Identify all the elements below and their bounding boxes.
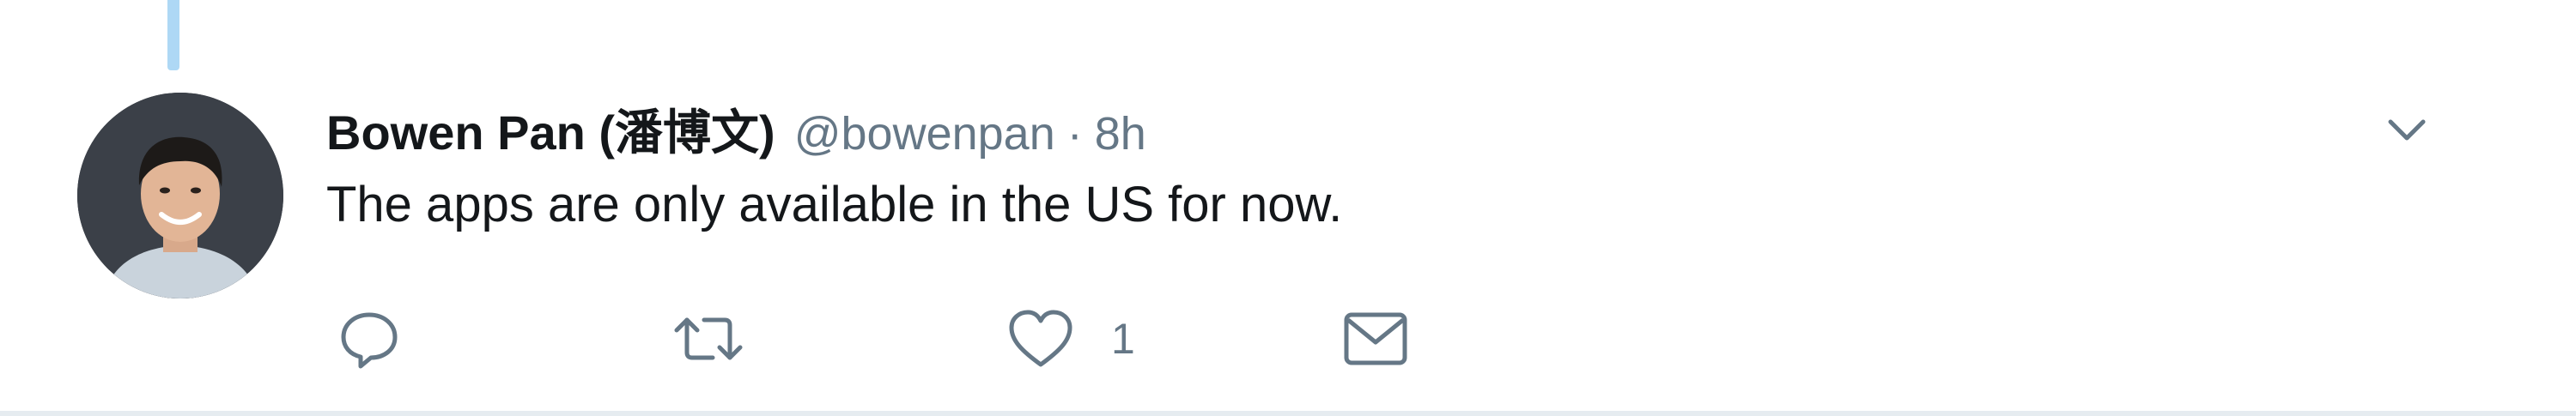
reply-icon — [341, 312, 398, 369]
tweet-text: The apps are only available in the US fo… — [326, 177, 1343, 232]
tweet-divider — [0, 411, 2576, 416]
like-button[interactable]: 1 — [1005, 300, 1135, 377]
chevron-down-icon — [2388, 119, 2426, 141]
tweet-timestamp[interactable]: 8h — [1095, 107, 1146, 160]
tweet-header: Bowen Pan (潘博文) @bowenpan · 8h — [326, 94, 1146, 160]
author-display-name[interactable]: Bowen Pan (潘博文) — [326, 94, 775, 164]
author-handle[interactable]: @bowenpan — [794, 107, 1055, 160]
thread-connector-line — [167, 0, 179, 70]
tweet[interactable]: Bowen Pan (潘博文) @bowenpan · 8h The apps … — [0, 0, 2576, 416]
retweet-icon — [674, 317, 743, 360]
direct-message-button[interactable] — [1340, 300, 1412, 377]
user-avatar-icon — [77, 93, 283, 298]
reply-button[interactable] — [335, 300, 404, 377]
heart-icon — [1009, 310, 1072, 367]
envelope-icon — [1344, 312, 1407, 365]
retweet-button[interactable] — [670, 300, 747, 377]
like-count: 1 — [1111, 315, 1135, 363]
separator-dot: · — [1066, 108, 1083, 160]
tweet-menu-button[interactable] — [2379, 101, 2435, 158]
avatar[interactable] — [77, 93, 283, 298]
